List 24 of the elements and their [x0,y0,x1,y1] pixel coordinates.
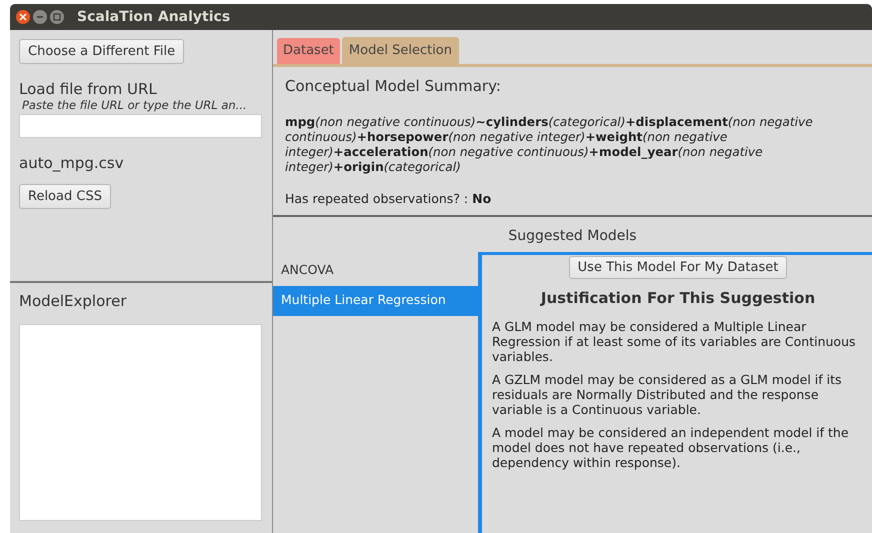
justification-title: Justification For This Suggestion [540,289,816,307]
justification-text: A GZLM model may be considered as a GLM model if its residuals are Normally Distributed and the response variable is a Continuous variable. [492,372,843,417]
repeated-value: No [472,191,492,206]
suggested-title: Suggested Models [507,227,638,246]
repeated-label: Has repeated observations? : [285,191,468,206]
file-name: auto_mpg.csv [19,154,125,172]
justification-text: A GLM model may be considered a Multiple Linear Regression if at least some of its variables are Continuous variables. [492,319,857,364]
model-formula: mpg(non negative continuous)~cylinders(categorical)+displacement(non negative continuous)+horsepower(non negative integer)+weight(non negative integer)+acceleration(non negative continuous)+model_year(non negative integer)+origin(categorical) [285,115,814,175]
window-title: ScalaTion Analytics [77,9,230,25]
model-item[interactable]: ANCOVA [273,256,478,286]
tab[interactable]: Model Selection [342,37,459,64]
model-item[interactable]: Multiple Linear Regression [273,286,478,316]
use-model-button[interactable]: Use This Model For My Dataset [568,256,788,279]
url-field[interactable] [19,114,262,138]
url-label: Load file from URL [19,80,158,98]
url-hint: Paste the file URL or type the URL an... [21,98,248,112]
explorer-title: ModelExplorer [19,292,128,310]
maximize-icon[interactable] [50,10,64,24]
reload-css-button[interactable]: Reload CSS [19,184,111,209]
close-icon[interactable] [16,10,30,24]
summary-title: Conceptual Model Summary: [285,77,502,95]
tab[interactable]: Dataset [277,38,340,64]
justification-text: A model may be considered an independent model if the model does not have repeated observations (i.e., dependency within response). [492,425,850,470]
choose-file-button[interactable]: Choose a Different File [19,39,184,64]
